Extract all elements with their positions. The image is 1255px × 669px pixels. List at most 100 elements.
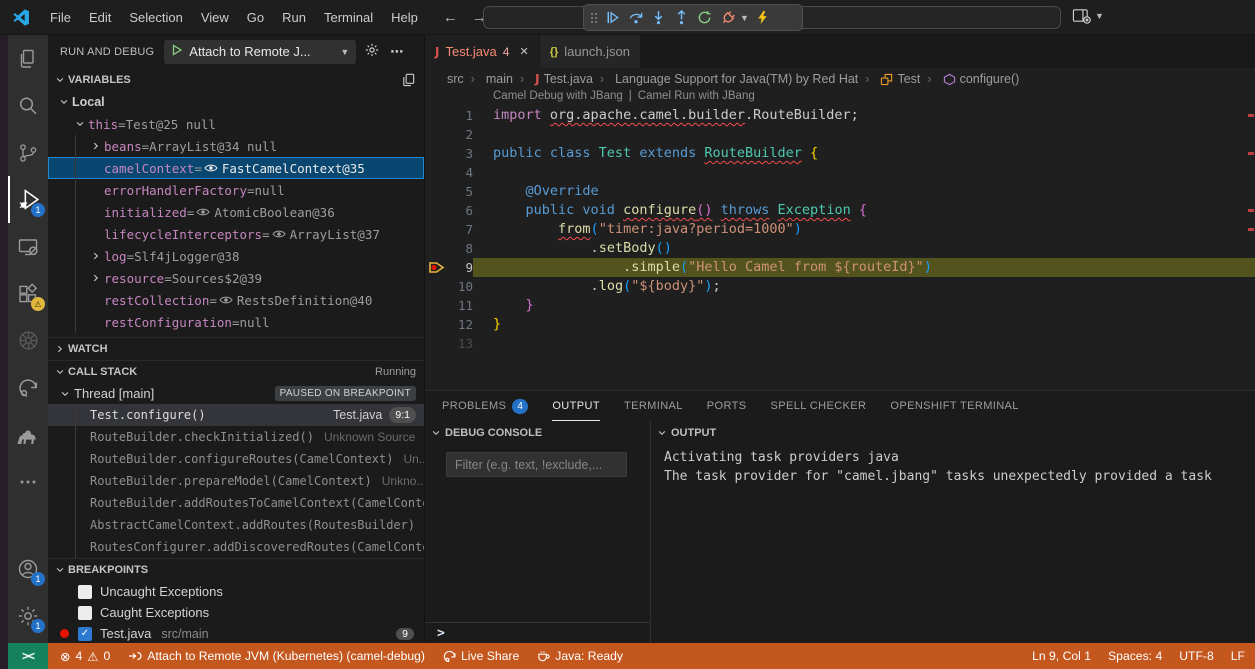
stack-frame-row[interactable]: RouteBuilder.checkInitialized()Unknown S… [48, 426, 424, 448]
lazy-eval-eye-icon[interactable] [196, 207, 210, 217]
variable-row[interactable]: lifecycleInterceptors = ArrayList@37 [48, 223, 424, 245]
lazy-eval-eye-icon[interactable] [272, 229, 286, 239]
activity-explorer-icon[interactable] [8, 35, 48, 82]
panel-tab-problems[interactable]: PROBLEMS4 [442, 391, 528, 421]
remote-indicator[interactable]: >< [8, 643, 48, 669]
stack-frame-row[interactable]: RoutesConfigurer.addDiscoveredRoutes(Cam… [48, 536, 424, 558]
stack-frame-row[interactable]: AbstractCamelContext.addRoutes(RoutesBui… [48, 514, 424, 536]
menu-view[interactable]: View [192, 6, 238, 29]
menu-edit[interactable]: Edit [80, 6, 120, 29]
code-line-content[interactable]: .log("${body}"); [473, 277, 1255, 296]
stack-frame-row[interactable]: RouteBuilder.configureRoutes(CamelContex… [48, 448, 424, 470]
code-line-content[interactable]: from("timer:java?period=1000") [473, 220, 1255, 239]
breadcrumb-file[interactable]: JTest.java [513, 72, 593, 86]
variable-row[interactable]: this = Test@25 null [48, 113, 424, 135]
breakpoint-checkbox[interactable]: ✓ [78, 627, 92, 641]
codelens-camel-run-link[interactable]: Camel Run with JBang [638, 90, 755, 106]
breadcrumb-main[interactable]: main [464, 72, 513, 86]
watch-section-header[interactable]: WATCH [48, 337, 424, 360]
stack-frame-row[interactable]: RouteBuilder.addRoutesToCamelContext(Cam… [48, 492, 424, 514]
stack-frame-row[interactable]: RouteBuilder.prepareModel(CamelContext)U… [48, 470, 424, 492]
panel-tab-output[interactable]: OUTPUT [552, 391, 600, 421]
debug-console-header[interactable]: DEBUG CONSOLE [425, 421, 650, 445]
activity-remote-explorer-icon[interactable] [8, 223, 48, 270]
tab-test-java[interactable]: J Test.java 4 ✕ [425, 35, 539, 68]
menu-file[interactable]: File [41, 6, 80, 29]
eol[interactable]: LF [1231, 649, 1245, 663]
code-line-content[interactable]: .simple("Hello Camel from ${routeId}") [473, 258, 1255, 277]
menu-terminal[interactable]: Terminal [315, 6, 382, 29]
code-line-content[interactable] [473, 163, 1255, 182]
breakpoint-gutter[interactable] [425, 277, 447, 296]
activity-kubernetes-icon[interactable] [8, 317, 48, 364]
java-status[interactable]: Java: Ready [537, 649, 623, 663]
variable-row[interactable]: Local [48, 91, 424, 113]
breakpoint-gutter[interactable] [425, 334, 447, 353]
breakpoint-gutter[interactable] [425, 163, 447, 182]
paused-breakpoint-icon[interactable] [425, 258, 447, 277]
code-line-content[interactable]: .setBody() [473, 239, 1255, 258]
breadcrumb-method[interactable]: configure() [920, 72, 1019, 86]
output-header[interactable]: OUTPUT [651, 421, 1255, 445]
debug-console-filter-input[interactable] [446, 452, 627, 477]
toolbar-drag-handle-icon[interactable] [590, 11, 598, 25]
variable-row[interactable]: camelContext = FastCamelContext@35 [48, 157, 424, 179]
breakpoint-gutter[interactable] [425, 182, 447, 201]
menu-help[interactable]: Help [382, 6, 427, 29]
activity-search-icon[interactable] [8, 82, 48, 129]
disconnect-dropdown-chevron-icon[interactable]: ▼ [740, 7, 750, 28]
menu-go[interactable]: Go [238, 6, 273, 29]
lazy-eval-eye-icon[interactable] [204, 163, 218, 173]
variable-row[interactable]: resource = Sources$2@39 [48, 267, 424, 289]
stack-frame-row[interactable]: Test.configure()Test.java9:1 [48, 404, 424, 426]
activity-source-control-icon[interactable] [8, 129, 48, 176]
launch-configuration-dropdown[interactable]: Attach to Remote J... ▼ [164, 40, 356, 64]
variable-row[interactable]: restConfiguration = null [48, 311, 424, 333]
more-actions-icon[interactable]: ⋯ [390, 44, 403, 60]
breakpoint-row[interactable]: Uncaught Exceptions [48, 581, 424, 602]
restart-button[interactable] [694, 7, 715, 28]
activity-run-and-debug-icon[interactable]: 1 [8, 176, 48, 223]
problems-status[interactable]: ⊗ 4 ⚠ 0 [60, 649, 110, 664]
step-out-button[interactable] [671, 7, 692, 28]
activity-account-icon[interactable]: 1 [8, 545, 48, 592]
variables-section-header[interactable]: VARIABLES [48, 68, 424, 91]
variable-row[interactable]: beans = ArrayList@34 null [48, 135, 424, 157]
variable-row[interactable]: errorHandlerFactory = null [48, 179, 424, 201]
lazy-eval-eye-icon[interactable] [219, 295, 233, 305]
tab-launch-json[interactable]: {} launch.json [540, 35, 640, 68]
breakpoint-gutter[interactable] [425, 201, 447, 220]
breakpoint-gutter[interactable] [425, 315, 447, 334]
indentation[interactable]: Spaces: 4 [1108, 649, 1162, 663]
activity-camel-icon[interactable] [8, 411, 48, 458]
encoding[interactable]: UTF-8 [1179, 649, 1214, 663]
step-into-button[interactable] [648, 7, 669, 28]
code-line-content[interactable]: @Override [473, 182, 1255, 201]
activity-more-icon[interactable] [8, 458, 48, 505]
breakpoint-checkbox[interactable] [78, 585, 92, 599]
copy-value-icon[interactable] [401, 72, 416, 87]
cursor-position[interactable]: Ln 9, Col 1 [1032, 649, 1091, 663]
breakpoint-row[interactable]: Caught Exceptions [48, 602, 424, 623]
gear-icon[interactable] [364, 42, 380, 61]
breakpoint-gutter[interactable] [425, 106, 447, 125]
codelens-camel-debug-link[interactable]: Camel Debug with JBang [493, 90, 623, 106]
breadcrumb-language-support[interactable]: Language Support for Java(TM) by Red Hat [593, 72, 858, 86]
panel-tab-terminal[interactable]: TERMINAL [624, 391, 683, 421]
activity-settings-icon[interactable]: 1 [8, 592, 48, 639]
code-line-content[interactable]: } [473, 296, 1255, 315]
step-over-button[interactable] [625, 7, 646, 28]
panel-tab-openshift-terminal[interactable]: OPENSHIFT TERMINAL [890, 391, 1018, 421]
code-line-content[interactable]: public void configure() throws Exception… [473, 201, 1255, 220]
menu-run[interactable]: Run [273, 6, 315, 29]
breakpoint-checkbox[interactable] [78, 606, 92, 620]
panel-tab-ports[interactable]: PORTS [707, 391, 747, 421]
code-line-content[interactable]: import org.apache.camel.builder.RouteBui… [473, 106, 1255, 125]
go-back-button[interactable]: ← [443, 9, 458, 26]
code-line-content[interactable]: } [473, 315, 1255, 334]
breakpoint-gutter[interactable] [425, 296, 447, 315]
customize-layout-button[interactable]: ▼ [1072, 8, 1104, 24]
breakpoint-gutter[interactable] [425, 125, 447, 144]
breakpoint-gutter[interactable] [425, 144, 447, 163]
breakpoint-gutter[interactable] [425, 239, 447, 258]
